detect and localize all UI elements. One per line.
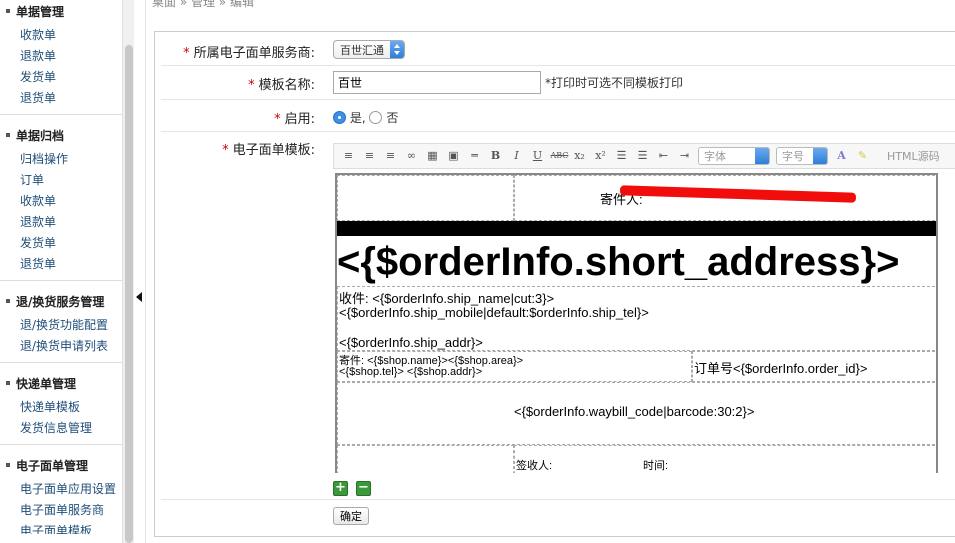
sidebar-group-title[interactable]: 退/换货服务管理 xyxy=(0,281,122,315)
short-address-text: <{$orderInfo.short_address}> xyxy=(337,240,900,284)
sidebar-item[interactable]: 退款单 xyxy=(0,212,122,233)
hr-icon[interactable]: ═ xyxy=(467,148,483,164)
font-family-select[interactable]: 字体 xyxy=(698,147,770,165)
ordered-list-icon[interactable]: ☰ xyxy=(614,148,630,164)
enabled-label: * 启用: xyxy=(274,112,315,127)
template-cell xyxy=(337,175,514,221)
enabled-yes-label: 是, xyxy=(349,111,366,125)
enabled-no-radio[interactable] xyxy=(369,111,383,124)
template-cell xyxy=(514,445,936,473)
receiver-line-2: <{$orderInfo.ship_mobile|default:$orderI… xyxy=(339,305,649,320)
sidebar-item[interactable]: 订单 xyxy=(0,170,122,191)
sidebar-group-title[interactable]: 快递单管理 xyxy=(0,363,122,397)
sidebar-scrollbar[interactable] xyxy=(122,0,134,543)
breadcrumb: 桌面 » 管理 » 编辑 xyxy=(152,0,254,9)
sidebar-item[interactable]: 退货单 xyxy=(0,88,122,109)
highlight-icon[interactable]: ✎ xyxy=(855,148,871,164)
sidebar-item[interactable]: 退款单 xyxy=(0,46,122,67)
sidebar-item[interactable]: 电子面单服务商 xyxy=(0,500,122,521)
template-editor: ≡ ≡ ≡ ∞ ▦ ▣ ═ B I U ABC x₂ x² ☰ ☰ ⇤ ⇥ 字体… xyxy=(333,143,955,501)
sidebar-item[interactable]: 电子面单模板 xyxy=(0,521,122,534)
enabled-row: * 启用: 是, 否 xyxy=(161,100,955,132)
bold-icon[interactable]: B xyxy=(488,148,504,164)
sidebar-group: 电子面单管理电子面单应用设置电子面单服务商电子面单模板收回面单 xyxy=(0,445,122,534)
align-left-icon[interactable]: ≡ xyxy=(341,148,357,164)
add-icon[interactable]: + xyxy=(333,481,348,496)
sidebar-scroll-thumb[interactable] xyxy=(125,45,133,543)
sidebar-item[interactable]: 退/换货功能配置 xyxy=(0,315,122,336)
receiver-line-3: <{$orderInfo.ship_addr}> xyxy=(339,335,483,350)
time-label: 时间: xyxy=(643,460,669,472)
enabled-yes-radio[interactable] xyxy=(333,111,346,124)
template-canvas[interactable]: 寄件人: <{$orderInfo.short_address}> 收件: <{… xyxy=(335,173,938,473)
align-center-icon[interactable]: ≡ xyxy=(362,148,378,164)
remove-icon[interactable]: − xyxy=(356,481,371,496)
sidebar-group: 单据管理 收款单 退款单 发货单 退货单 xyxy=(0,0,122,115)
italic-icon[interactable]: I xyxy=(509,148,525,164)
collapse-arrow-icon[interactable] xyxy=(136,292,142,302)
provider-select[interactable]: 百世汇通 xyxy=(333,40,405,59)
subscript-icon[interactable]: x₂ xyxy=(572,148,588,164)
bullet-icon xyxy=(6,299,10,303)
sidebar-item[interactable]: 发货信息管理 xyxy=(0,418,122,439)
font-color-icon[interactable]: A xyxy=(834,148,850,164)
submit-button[interactable]: 确定 xyxy=(333,507,369,525)
select-arrow-icon xyxy=(755,148,769,164)
provider-label: * 所属电子面单服务商: xyxy=(183,46,315,61)
order-number-text: 订单号<{$orderInfo.order_id}> xyxy=(694,361,868,376)
align-right-icon[interactable]: ≡ xyxy=(383,148,399,164)
sidebar-item[interactable]: 快递单模板 xyxy=(0,397,122,418)
template-name-label: * 模板名称: xyxy=(248,78,315,93)
bullet-icon xyxy=(6,133,10,137)
bullet-icon xyxy=(6,9,10,13)
form-panel: *所属电子面单服务商: 百世汇通 *模板名称: *打印时可选不同模板打印 *启用… xyxy=(154,31,955,537)
sidebar-group-title[interactable]: 单据归档 xyxy=(0,115,122,149)
sidebar-group: 单据归档 归档操作 订单 收款单 退款单 发货单 退货单 xyxy=(0,115,122,281)
template-cell xyxy=(337,445,514,473)
editor-buttons: + − xyxy=(333,480,379,496)
sidebar-item[interactable]: 退/换货申请列表 xyxy=(0,336,122,357)
bullet-icon xyxy=(6,463,10,467)
superscript-icon[interactable]: x² xyxy=(593,148,609,164)
template-name-hint: *打印时可选不同模板打印 xyxy=(545,76,684,90)
sidebar-group: 退/换货服务管理 退/换货功能配置 退/换货申请列表 xyxy=(0,281,122,363)
outdent-icon[interactable]: ⇤ xyxy=(656,148,672,164)
sidebar-item[interactable]: 发货单 xyxy=(0,67,122,88)
sidebar-group: 快递单管理 快递单模板 发货信息管理 xyxy=(0,363,122,445)
barcode-text: <{$orderInfo.waybill_code|barcode:30:2}> xyxy=(514,404,755,419)
link-icon[interactable]: ∞ xyxy=(404,148,420,164)
sender-line-2: <{$shop.tel}> <{$shop.addr}> xyxy=(339,366,483,378)
sidebar-item[interactable]: 收款单 xyxy=(0,25,122,46)
html-source-button[interactable]: HTML源码 xyxy=(887,148,940,164)
enabled-no-label: 否 xyxy=(386,111,399,125)
underline-icon[interactable]: U xyxy=(530,148,546,164)
sidebar-item[interactable]: 归档操作 xyxy=(0,149,122,170)
select-arrow-icon xyxy=(813,148,827,164)
provider-row: * 所属电子面单服务商: 百世汇通 xyxy=(161,32,955,66)
strikethrough-icon[interactable]: ABC xyxy=(551,148,569,164)
sidebar-item[interactable]: 收款单 xyxy=(0,191,122,212)
sidebar-item[interactable]: 退货单 xyxy=(0,254,122,275)
template-name-input[interactable] xyxy=(333,71,541,94)
template-label: * 电子面单模板: xyxy=(222,143,315,158)
sidebar-item[interactable]: 电子面单应用设置 xyxy=(0,479,122,500)
select-arrow-icon xyxy=(390,41,404,58)
sidebar-group-title[interactable]: 电子面单管理 xyxy=(0,445,122,479)
font-size-select[interactable]: 字号 xyxy=(776,147,828,165)
table-icon[interactable]: ▦ xyxy=(425,148,441,164)
template-black-bar xyxy=(337,221,936,236)
sidebar-group-title[interactable]: 单据管理 xyxy=(0,0,122,25)
sidebar-collapse-handle[interactable] xyxy=(134,0,146,543)
template-name-row: *模板名称: *打印时可选不同模板打印 xyxy=(161,66,955,100)
sidebar: 单据管理 收款单 退款单 发货单 退货单 单据归档 归档操作 订单 收款单 退款单 发货单 退货单 退/… xyxy=(0,0,122,534)
unordered-list-icon[interactable]: ☰ xyxy=(635,148,651,164)
sidebar-item[interactable]: 发货单 xyxy=(0,233,122,254)
bullet-icon xyxy=(6,381,10,385)
image-icon[interactable]: ▣ xyxy=(446,148,462,164)
editor-toolbar: ≡ ≡ ≡ ∞ ▦ ▣ ═ B I U ABC x₂ x² ☰ ☰ ⇤ ⇥ 字体… xyxy=(333,143,955,169)
sign-label: 签收人: xyxy=(516,460,553,472)
submit-row: 确定 xyxy=(161,499,955,529)
indent-icon[interactable]: ⇥ xyxy=(677,148,693,164)
